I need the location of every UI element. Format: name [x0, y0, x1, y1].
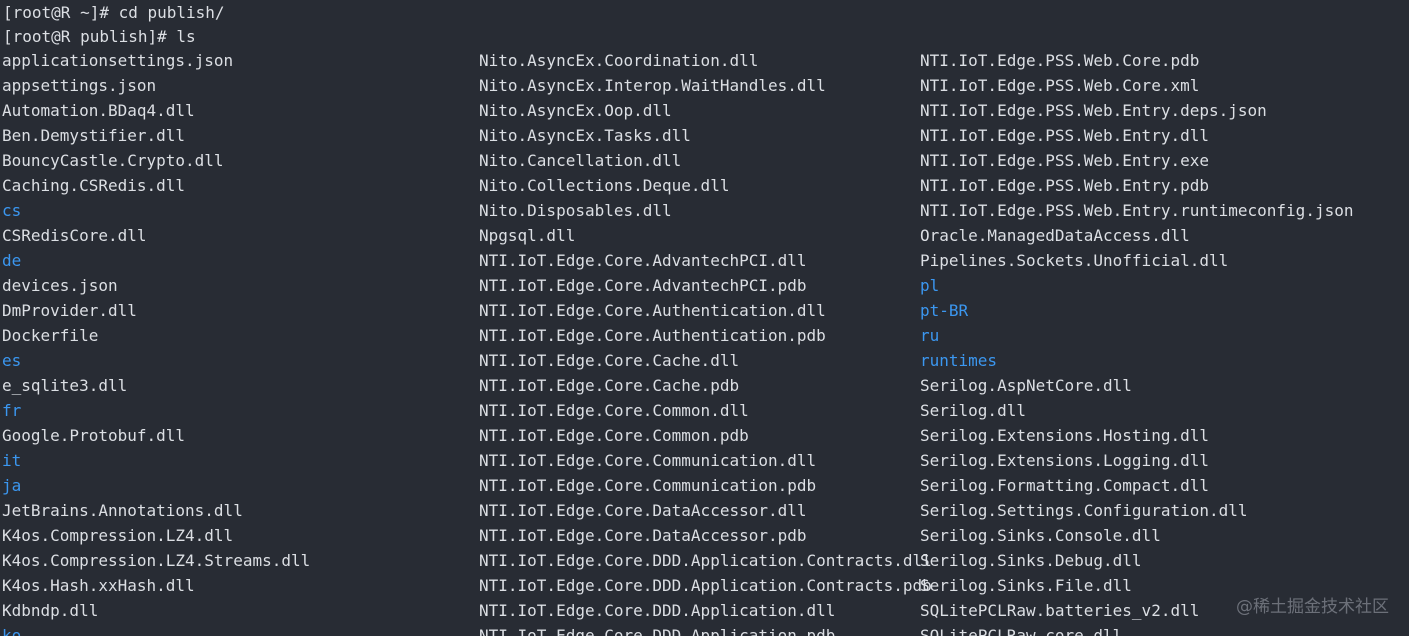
file-entry: Serilog.Extensions.Logging.dll	[920, 451, 1209, 470]
file-entry: Nito.Collections.Deque.dll	[479, 176, 730, 195]
directory-entry: ja	[2, 476, 22, 495]
file-entry: Serilog.Formatting.Compact.dll	[920, 476, 1209, 495]
file-entry: NTI.IoT.Edge.PSS.Web.Entry.deps.json	[920, 101, 1267, 120]
ls-column-3: NTI.IoT.Edge.PSS.Web.Core.pdb NTI.IoT.Edg…	[920, 48, 1353, 636]
file-entry: NTI.IoT.Edge.Core.Communication.dll	[479, 451, 817, 470]
file-entry: Nito.Disposables.dll	[479, 201, 672, 220]
file-entry: NTI.IoT.Edge.PSS.Web.Entry.exe	[920, 151, 1209, 170]
file-entry: DmProvider.dll	[2, 301, 137, 320]
directory-entry: pt-BR	[920, 301, 969, 320]
directory-entry: es	[2, 351, 22, 370]
file-entry: Serilog.AspNetCore.dll	[920, 376, 1132, 395]
ls-column-1: applicationsettings.json appsettings.json…	[2, 48, 310, 636]
file-entry: Serilog.dll	[920, 401, 1026, 420]
file-entry: Serilog.Settings.Configuration.dll	[920, 501, 1248, 520]
file-entry: NTI.IoT.Edge.Core.Cache.dll	[479, 351, 740, 370]
ls-column-2: Nito.AsyncEx.Coordination.dll Nito.AsyncE…	[479, 48, 932, 636]
file-entry: NTI.IoT.Edge.Core.AdvantechPCI.pdb	[479, 276, 807, 295]
file-entry: NTI.IoT.Edge.Core.Authentication.dll	[479, 301, 826, 320]
file-entry: NTI.IoT.Edge.Core.Communication.pdb	[479, 476, 817, 495]
directory-entry: runtimes	[920, 351, 998, 370]
file-entry: Automation.BDaq4.dll	[2, 101, 195, 120]
file-entry: Oracle.ManagedDataAccess.dll	[920, 226, 1190, 245]
file-entry: NTI.IoT.Edge.PSS.Web.Entry.dll	[920, 126, 1209, 145]
file-entry: Caching.CSRedis.dll	[2, 176, 186, 195]
file-entry: NTI.IoT.Edge.PSS.Web.Entry.runtimeconfig…	[920, 201, 1354, 220]
prompt-line-cd: [root@R ~]# cd publish/	[3, 0, 225, 25]
directory-entry: de	[2, 251, 22, 270]
file-entry: Nito.AsyncEx.Oop.dll	[479, 101, 672, 120]
file-entry: Dockerfile	[2, 326, 99, 345]
file-entry: e_sqlite3.dll	[2, 376, 128, 395]
watermark: @稀土掘金技术社区	[1236, 597, 1389, 617]
file-entry: NTI.IoT.Edge.Core.Common.pdb	[479, 426, 749, 445]
directory-entry: ko	[2, 626, 22, 636]
file-entry: Serilog.Extensions.Hosting.dll	[920, 426, 1209, 445]
file-entry: applicationsettings.json	[2, 51, 234, 70]
directory-entry: ru	[920, 326, 940, 345]
file-entry: Google.Protobuf.dll	[2, 426, 186, 445]
shell-command: ls	[176, 27, 196, 46]
file-entry: Nito.Cancellation.dll	[479, 151, 682, 170]
file-entry: JetBrains.Annotations.dll	[2, 501, 243, 520]
file-entry: NTI.IoT.Edge.Core.DDD.Application.Contra…	[479, 551, 932, 570]
shell-prompt: [root@R ~]#	[3, 3, 119, 22]
file-entry: K4os.Compression.LZ4.dll	[2, 526, 234, 545]
file-entry: NTI.IoT.Edge.Core.DataAccessor.dll	[479, 501, 807, 520]
file-entry: Serilog.Sinks.Debug.dll	[920, 551, 1142, 570]
file-entry: Nito.AsyncEx.Interop.WaitHandles.dll	[479, 76, 826, 95]
prompt-line-ls: [root@R publish]# ls	[3, 24, 196, 49]
file-entry: K4os.Hash.xxHash.dll	[2, 576, 195, 595]
file-entry: NTI.IoT.Edge.PSS.Web.Entry.pdb	[920, 176, 1209, 195]
shell-command: cd publish/	[118, 3, 225, 22]
file-entry: Nito.AsyncEx.Coordination.dll	[479, 51, 759, 70]
file-entry: NTI.IoT.Edge.Core.DDD.Application.dll	[479, 601, 836, 620]
directory-entry: it	[2, 451, 22, 470]
file-entry: Pipelines.Sockets.Unofficial.dll	[920, 251, 1229, 270]
file-entry: K4os.Compression.LZ4.Streams.dll	[2, 551, 311, 570]
file-entry: appsettings.json	[2, 76, 157, 95]
file-entry: NTI.IoT.Edge.Core.DataAccessor.pdb	[479, 526, 807, 545]
file-entry: Serilog.Sinks.Console.dll	[920, 526, 1161, 545]
file-entry: NTI.IoT.Edge.Core.Authentication.pdb	[479, 326, 826, 345]
shell-prompt: [root@R publish]#	[3, 27, 177, 46]
file-entry: NTI.IoT.Edge.PSS.Web.Core.xml	[920, 76, 1200, 95]
file-entry: CSRedisCore.dll	[2, 226, 147, 245]
file-entry: Ben.Demystifier.dll	[2, 126, 186, 145]
file-entry: SQLitePCLRaw.core.dll	[920, 626, 1123, 636]
file-entry: BouncyCastle.Crypto.dll	[2, 151, 224, 170]
directory-entry: cs	[2, 201, 22, 220]
directory-entry: pl	[920, 276, 940, 295]
file-entry: NTI.IoT.Edge.Core.DDD.Application.Contra…	[479, 576, 932, 595]
directory-entry: fr	[2, 401, 22, 420]
file-entry: devices.json	[2, 276, 118, 295]
file-entry: Npgsql.dll	[479, 226, 576, 245]
file-entry: NTI.IoT.Edge.Core.Common.dll	[479, 401, 749, 420]
file-entry: NTI.IoT.Edge.Core.DDD.Application.pdb	[479, 626, 836, 636]
file-entry: Kdbndp.dll	[2, 601, 99, 620]
file-entry: Nito.AsyncEx.Tasks.dll	[479, 126, 691, 145]
file-entry: NTI.IoT.Edge.PSS.Web.Core.pdb	[920, 51, 1200, 70]
file-entry: NTI.IoT.Edge.Core.AdvantechPCI.dll	[479, 251, 807, 270]
file-entry: NTI.IoT.Edge.Core.Cache.pdb	[479, 376, 740, 395]
terminal-window[interactable]: [root@R ~]# cd publish/ [root@R publish]…	[0, 0, 1409, 636]
